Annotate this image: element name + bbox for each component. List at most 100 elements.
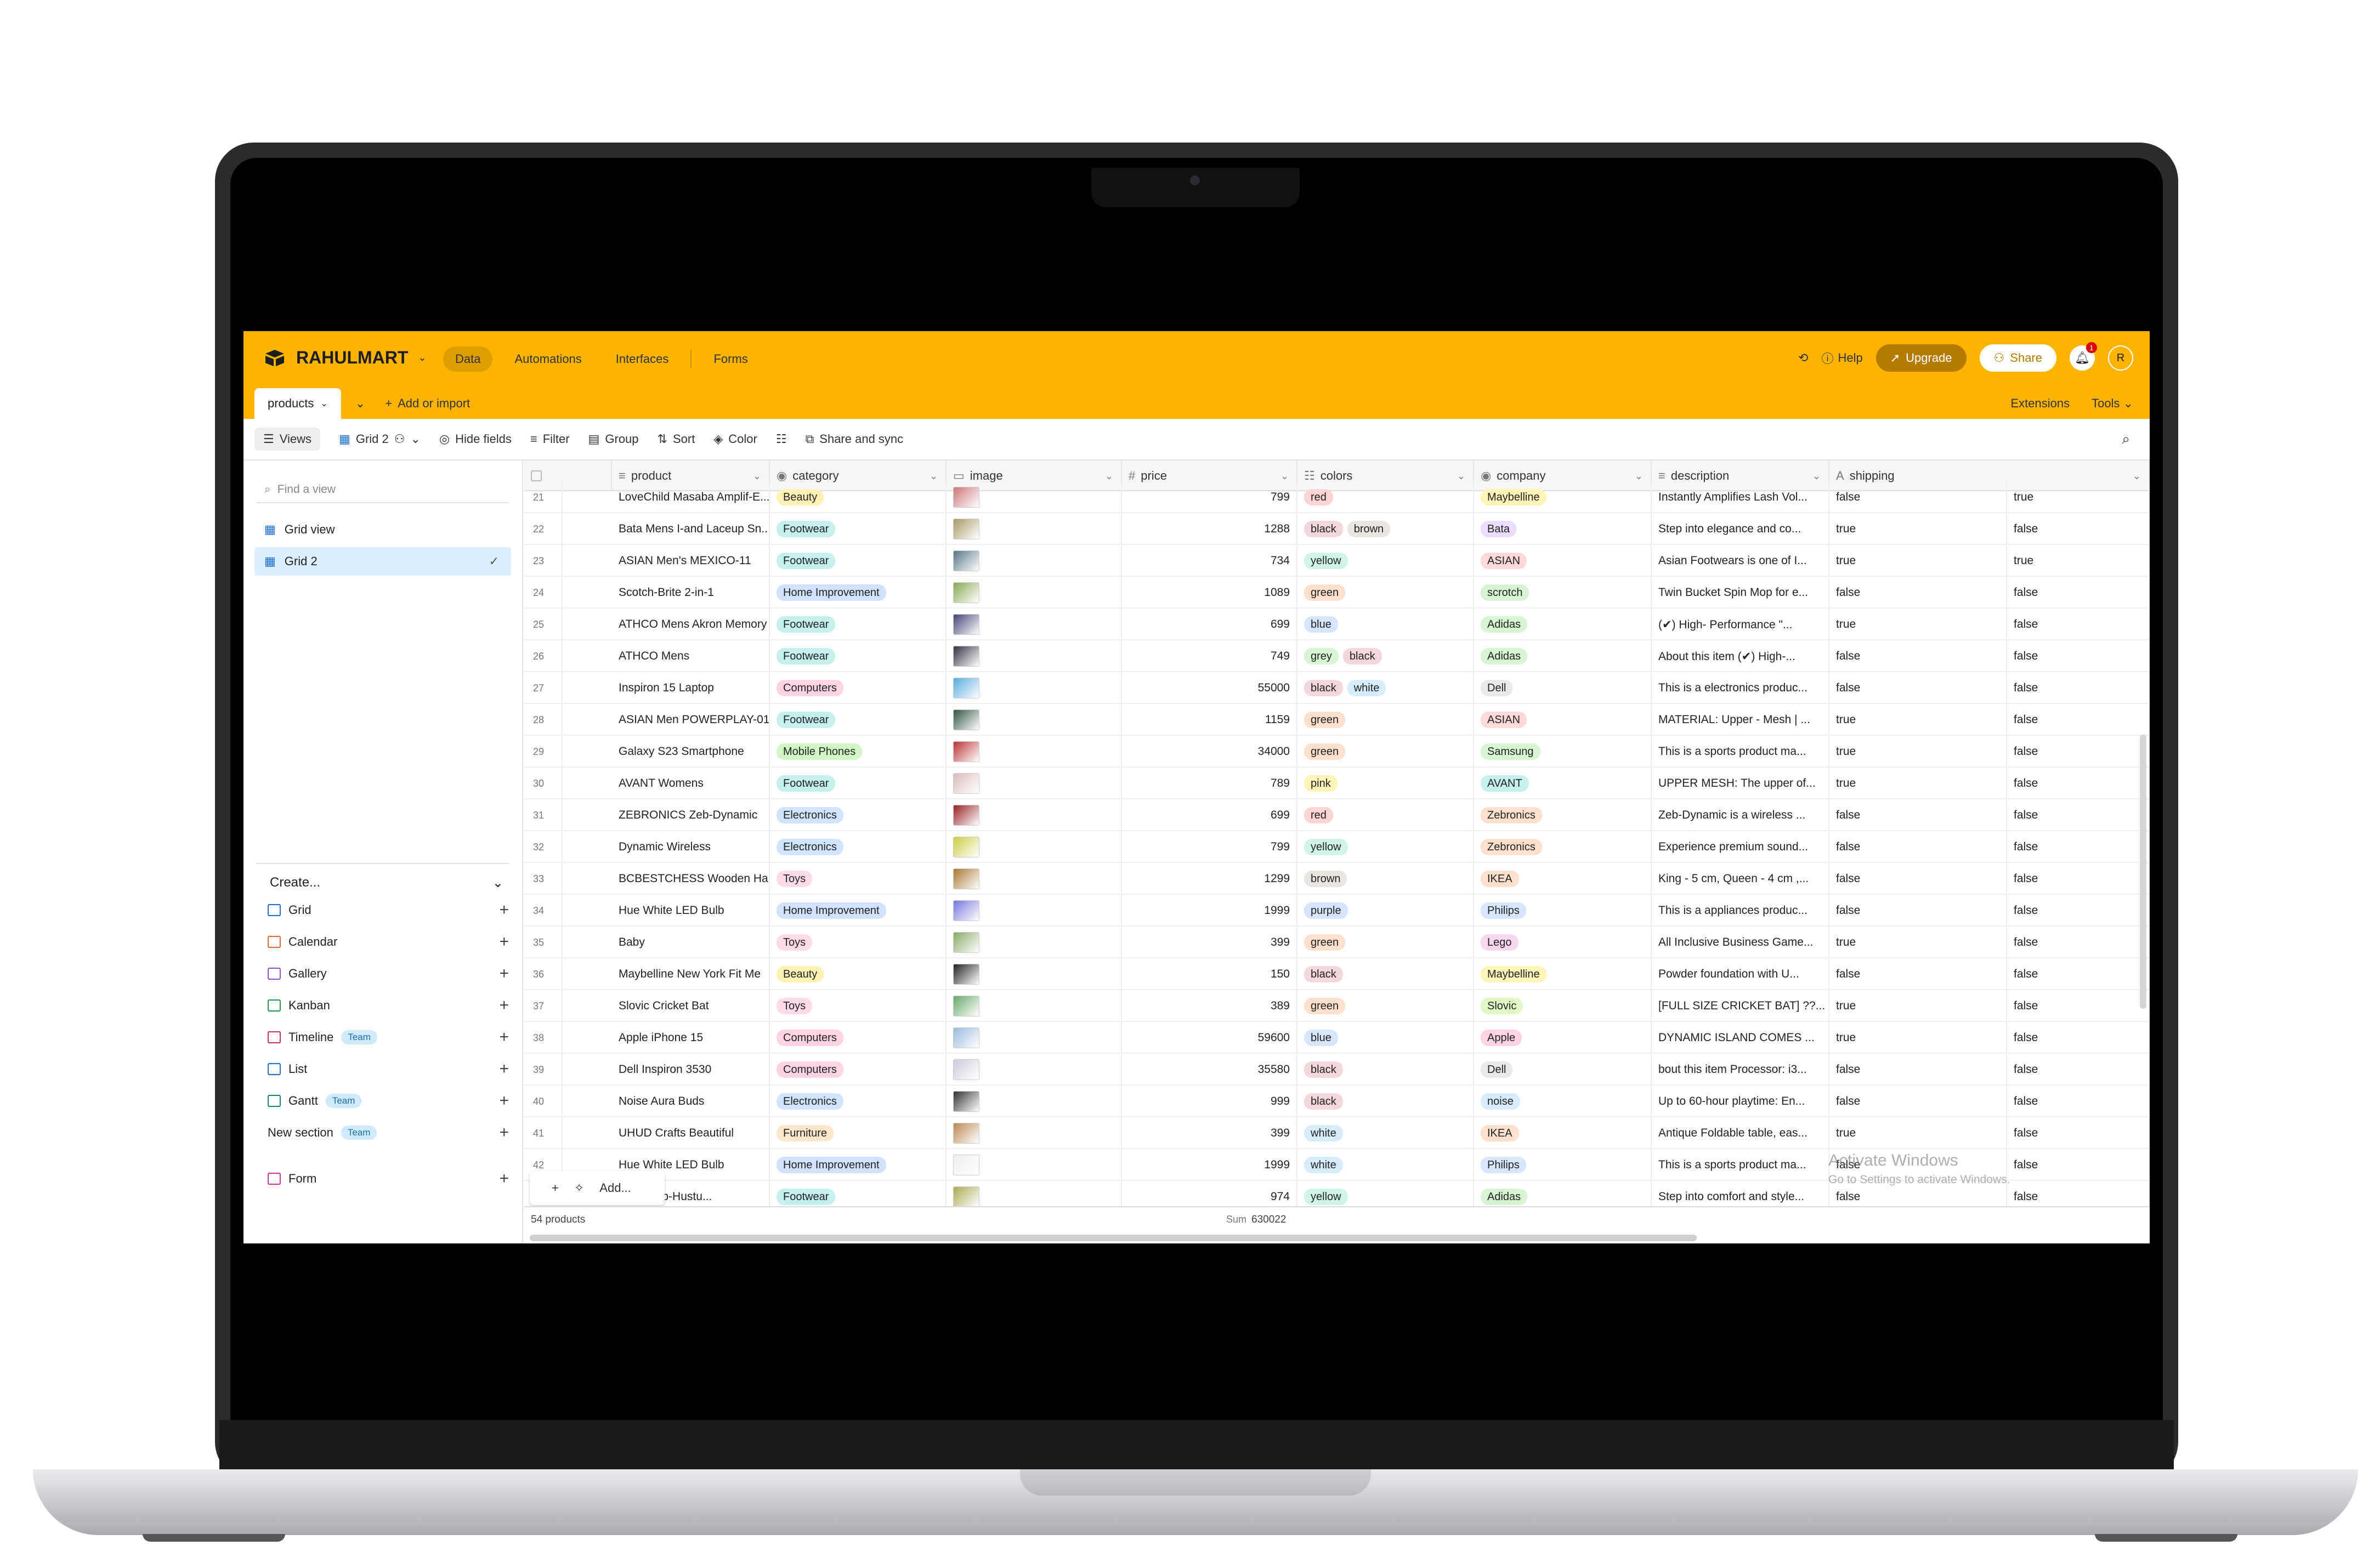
cell-product[interactable]: ZEBRONICS Zeb-Dynamic	[612, 799, 770, 831]
nav-interfaces[interactable]: Interfaces	[604, 346, 681, 372]
cell-featured[interactable]: false	[2007, 736, 2150, 768]
cell-image[interactable]	[947, 990, 1122, 1022]
cell-image[interactable]	[947, 895, 1122, 927]
cell-description[interactable]: Twin Bucket Spin Mop for e...	[1652, 577, 1829, 609]
cell-category[interactable]: Toys	[770, 990, 947, 1022]
cell-category[interactable]: Computers	[770, 1054, 947, 1086]
cell-company[interactable]: Zebronics	[1474, 799, 1652, 831]
cell-shipping[interactable]: false	[1829, 831, 2007, 863]
cell-featured[interactable]: false	[2007, 895, 2150, 927]
cell-product[interactable]: ATHCO Mens	[612, 640, 770, 672]
table-row[interactable]: 23 ASIAN Men's MEXICO-11 Footwear 734 yellow…	[524, 545, 2150, 577]
cell-company[interactable]: Samsung	[1474, 736, 1652, 768]
cell-description[interactable]: This is a sports product ma...	[1652, 1149, 1829, 1181]
product-image-thumbnail[interactable]	[953, 614, 979, 635]
cell-company[interactable]: Dell	[1474, 1054, 1652, 1086]
tools-button[interactable]: Tools ⌄	[2092, 396, 2133, 411]
cell-featured[interactable]: false	[2007, 1117, 2150, 1149]
cell-description[interactable]: All Inclusive Business Game...	[1652, 927, 1829, 958]
table-row[interactable]: 21 LoveChild Masaba Amplif-E... Beauty 799 r…	[524, 481, 2150, 513]
cell-colors[interactable]: grey black	[1297, 640, 1474, 672]
cell-price[interactable]: 749	[1122, 640, 1297, 672]
cell-colors[interactable]: black brown	[1297, 513, 1474, 545]
cell-image[interactable]	[947, 958, 1122, 990]
filter-button[interactable]: ≡ Filter	[530, 432, 570, 446]
cell-shipping[interactable]: true	[1829, 545, 2007, 577]
plus-icon[interactable]: +	[499, 1092, 509, 1110]
cell-price[interactable]: 734	[1122, 545, 1297, 577]
product-image-thumbnail[interactable]	[953, 1059, 979, 1080]
cell-company[interactable]: noise	[1474, 1086, 1652, 1117]
cell-product[interactable]: LoveChild Masaba Amplif-E...	[612, 481, 770, 513]
table-row[interactable]: 30 AVANT Womens Footwear 789 pink AVANT UPPER …	[524, 768, 2150, 799]
cell-shipping[interactable]: false	[1829, 481, 2007, 513]
cell-colors[interactable]: yellow	[1297, 545, 1474, 577]
cell-company[interactable]: Bata	[1474, 513, 1652, 545]
cell-category[interactable]: Footwear	[770, 609, 947, 640]
cell-price[interactable]: 1288	[1122, 513, 1297, 545]
color-button[interactable]: ◈ Color	[713, 432, 757, 446]
cell-featured[interactable]: false	[2007, 704, 2150, 736]
cell-description[interactable]: UPPER MESH: The upper of...	[1652, 768, 1829, 799]
cell-company[interactable]: ASIAN	[1474, 545, 1652, 577]
nav-data[interactable]: Data	[443, 346, 493, 372]
cell-product[interactable]: UHUD Crafts Beautiful	[612, 1117, 770, 1149]
cell-product[interactable]: ASIAN Men POWERPLAY-01	[612, 704, 770, 736]
create-item-calendar[interactable]: Calendar +	[268, 929, 509, 955]
cell-shipping[interactable]: false	[1829, 640, 2007, 672]
cell-category[interactable]: Home Improvement	[770, 1149, 947, 1181]
cell-product[interactable]: Maybelline New York Fit Me	[612, 958, 770, 990]
cell-category[interactable]: Home Improvement	[770, 577, 947, 609]
cell-shipping[interactable]: false	[1829, 863, 2007, 895]
table-row[interactable]: 35 Baby Toys 399 green Lego All Inclusive Busi…	[524, 927, 2150, 958]
cell-price[interactable]: 789	[1122, 768, 1297, 799]
cell-colors[interactable]: black	[1297, 1054, 1474, 1086]
product-image-thumbnail[interactable]	[953, 1155, 979, 1175]
cell-shipping[interactable]: true	[1829, 704, 2007, 736]
product-image-thumbnail[interactable]	[953, 709, 979, 730]
table-row[interactable]: 25 ATHCO Mens Akron Memory Footwear 699 blue…	[524, 609, 2150, 640]
cell-image[interactable]	[947, 577, 1122, 609]
cell-price[interactable]: 999	[1122, 1086, 1297, 1117]
cell-product[interactable]: Hue White LED Bulb	[612, 895, 770, 927]
notifications-button[interactable]: 🔔︎ 1	[2070, 342, 2097, 371]
table-row[interactable]: 32 Dynamic Wireless Electronics 799 yellow Ze…	[524, 831, 2150, 863]
cell-featured[interactable]: false	[2007, 1022, 2150, 1054]
cell-price[interactable]: 399	[1122, 1117, 1297, 1149]
cell-colors[interactable]: white	[1297, 1117, 1474, 1149]
plus-icon[interactable]: +	[499, 1028, 509, 1047]
table-tab-products[interactable]: products ⌄	[254, 388, 341, 419]
cell-price[interactable]: 699	[1122, 799, 1297, 831]
cell-category[interactable]: Mobile Phones	[770, 736, 947, 768]
cell-company[interactable]: ASIAN	[1474, 704, 1652, 736]
cell-description[interactable]: This is a appliances produc...	[1652, 895, 1829, 927]
cell-company[interactable]: Adidas	[1474, 640, 1652, 672]
find-view-input[interactable]: ⌕ Find a view	[257, 477, 509, 503]
cell-company[interactable]: Lego	[1474, 927, 1652, 958]
cell-product[interactable]: Slovic Cricket Bat	[612, 990, 770, 1022]
extensions-button[interactable]: Extensions	[2010, 396, 2070, 411]
cell-description[interactable]: King - 5 cm, Queen - 4 cm ,...	[1652, 863, 1829, 895]
product-image-thumbnail[interactable]	[953, 868, 979, 889]
help-button[interactable]: ⓘ Help	[1821, 349, 1862, 367]
cell-colors[interactable]: white	[1297, 1149, 1474, 1181]
product-image-thumbnail[interactable]	[953, 805, 979, 826]
table-row[interactable]: 26 ATHCO Mens Footwear 749 grey black Adidas Ab…	[524, 640, 2150, 672]
cell-image[interactable]	[947, 799, 1122, 831]
vertical-scrollbar[interactable]	[2140, 735, 2146, 1009]
cell-featured[interactable]: false	[2007, 609, 2150, 640]
table-row[interactable]: 24 Scotch-Brite 2-in-1 Home Improvement 108…	[524, 577, 2150, 609]
cell-image[interactable]	[947, 513, 1122, 545]
create-item-timeline[interactable]: Timeline Team +	[268, 1024, 509, 1050]
cell-product[interactable]: BCBESTCHESS Wooden Ha...	[612, 863, 770, 895]
share-button[interactable]: ⚇ Share	[1979, 344, 2056, 372]
product-image-thumbnail[interactable]	[953, 964, 979, 985]
cell-category[interactable]: Toys	[770, 863, 947, 895]
cell-featured[interactable]: false	[2007, 640, 2150, 672]
cell-colors[interactable]: green	[1297, 577, 1474, 609]
cell-product[interactable]: AVANT Womens	[612, 768, 770, 799]
cell-colors[interactable]: black	[1297, 958, 1474, 990]
views-button[interactable]: ☰ Views	[254, 428, 321, 451]
plus-icon[interactable]: +	[499, 1060, 509, 1078]
table-row[interactable]: 38 Apple iPhone 15 Computers 59600 blue Apple…	[524, 1022, 2150, 1054]
